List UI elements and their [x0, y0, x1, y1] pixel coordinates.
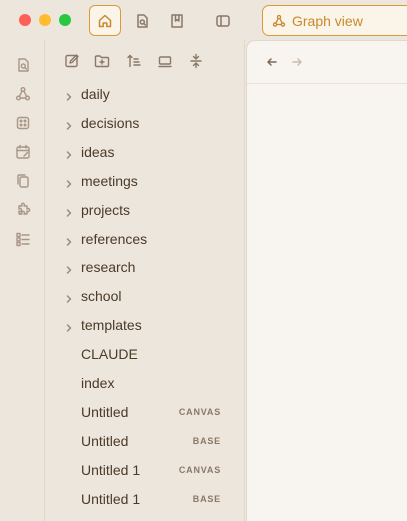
file-search-icon	[18, 58, 29, 72]
sidebar-toggle-icon	[216, 14, 230, 27]
collapse-icon	[158, 56, 172, 68]
ribbon	[0, 40, 45, 521]
tree-item-label: templates	[81, 317, 142, 334]
graph-icon	[16, 87, 30, 101]
checklist-icon	[16, 232, 30, 247]
file-type-badge: CANVAS	[178, 406, 221, 417]
puzzle-icon	[18, 202, 31, 215]
minimize-window-button[interactable]	[39, 14, 51, 26]
templates-button[interactable]	[14, 172, 32, 190]
main-pane	[246, 40, 407, 521]
file-item[interactable]: Untitled 1 CANVAS	[45, 456, 245, 484]
tree-item-label: CLAUDE	[81, 346, 138, 363]
file-search-icon	[137, 13, 148, 28]
copy-icon	[17, 174, 29, 188]
file-item[interactable]: CLAUDE	[45, 340, 245, 368]
tree-item-label: projects	[81, 201, 131, 218]
bookmarks-button[interactable]	[161, 5, 193, 36]
calendar-edit-icon	[16, 144, 30, 159]
tree-item-label: Untitled 1	[81, 461, 141, 478]
graph-icon	[272, 14, 286, 27]
tab-graph-view[interactable]: Graph view	[262, 5, 407, 36]
arrow-right-icon	[292, 58, 302, 66]
search-files-button[interactable]	[126, 5, 158, 36]
chevron-right-icon[interactable]	[64, 234, 74, 246]
home-button[interactable]	[89, 5, 121, 36]
title-bar: Graph view	[0, 0, 407, 40]
file-explorer: daily decisions ideas meetings projects refer…	[45, 40, 245, 521]
file-type-badge: CANVAS	[178, 464, 221, 475]
quick-switcher-button[interactable]	[14, 56, 32, 74]
home-icon	[98, 14, 112, 27]
daily-note-button[interactable]	[14, 143, 32, 161]
new-note-button[interactable]	[63, 52, 81, 70]
folder-item[interactable]: decisions	[45, 109, 245, 137]
grid-icon	[16, 116, 30, 130]
folder-item[interactable]: templates	[45, 311, 245, 339]
toggle-sidebar-button[interactable]	[207, 5, 239, 36]
chevron-right-icon[interactable]	[64, 320, 74, 332]
chevron-right-icon[interactable]	[64, 205, 74, 217]
tree-item-label: decisions	[81, 114, 140, 131]
file-type-badge: BASE	[192, 493, 221, 504]
new-folder-icon	[94, 55, 110, 68]
tab-label: Graph view	[292, 12, 363, 29]
chevron-right-icon[interactable]	[64, 147, 74, 159]
chevron-right-icon[interactable]	[64, 89, 74, 101]
navigate-back-button[interactable]	[265, 55, 279, 69]
tree-item-label: meetings	[81, 172, 138, 189]
tree-item-label: index	[81, 375, 115, 391]
plugins-button[interactable]	[14, 201, 32, 219]
tree-item-label: Untitled	[81, 403, 129, 420]
close-window-button[interactable]	[19, 14, 31, 26]
bookmark-icon	[171, 13, 183, 28]
tree-item-label: daily	[81, 86, 110, 102]
tasks-button[interactable]	[14, 230, 32, 248]
collapse-all-button[interactable]	[187, 52, 205, 70]
chevron-right-icon[interactable]	[64, 262, 74, 275]
tree-item-label: ideas	[81, 143, 115, 160]
chevron-right-icon[interactable]	[64, 118, 74, 130]
new-note-icon	[65, 54, 79, 68]
folder-item[interactable]: research	[45, 253, 245, 281]
folder-item[interactable]: references	[45, 225, 245, 253]
file-item[interactable]: Untitled CANVAS	[45, 398, 245, 426]
folder-item[interactable]: ideas	[45, 138, 245, 166]
sort-icon	[127, 54, 141, 68]
canvas-button[interactable]	[14, 114, 32, 132]
tree-item-label: Untitled 1	[81, 490, 141, 507]
tree-item-label: references	[81, 230, 148, 247]
tree-item-label: Untitled	[81, 432, 129, 449]
chevron-right-icon[interactable]	[64, 291, 74, 304]
zoom-window-button[interactable]	[59, 14, 71, 26]
folder-item[interactable]: school	[45, 282, 245, 310]
navigate-forward-button[interactable]	[290, 55, 304, 69]
sort-button[interactable]	[125, 52, 143, 70]
folder-item[interactable]: daily	[45, 80, 245, 108]
arrow-left-icon	[267, 58, 277, 66]
header-divider	[247, 83, 407, 84]
file-item[interactable]: Untitled 1 BASE	[45, 485, 245, 513]
file-type-badge: BASE	[192, 435, 221, 446]
chevron-right-icon[interactable]	[64, 176, 74, 188]
expand-all-icon	[190, 53, 202, 69]
new-folder-button[interactable]	[93, 52, 111, 70]
file-item[interactable]: Untitled BASE	[45, 427, 245, 455]
file-item[interactable]: index	[45, 369, 245, 397]
tree-item-label: school	[81, 288, 122, 305]
folder-item[interactable]: projects	[45, 196, 245, 224]
open-graph-button[interactable]	[14, 85, 32, 103]
auto-reveal-button[interactable]	[156, 52, 174, 70]
folder-item[interactable]: meetings	[45, 167, 245, 195]
tree-item-label: research	[81, 259, 136, 276]
